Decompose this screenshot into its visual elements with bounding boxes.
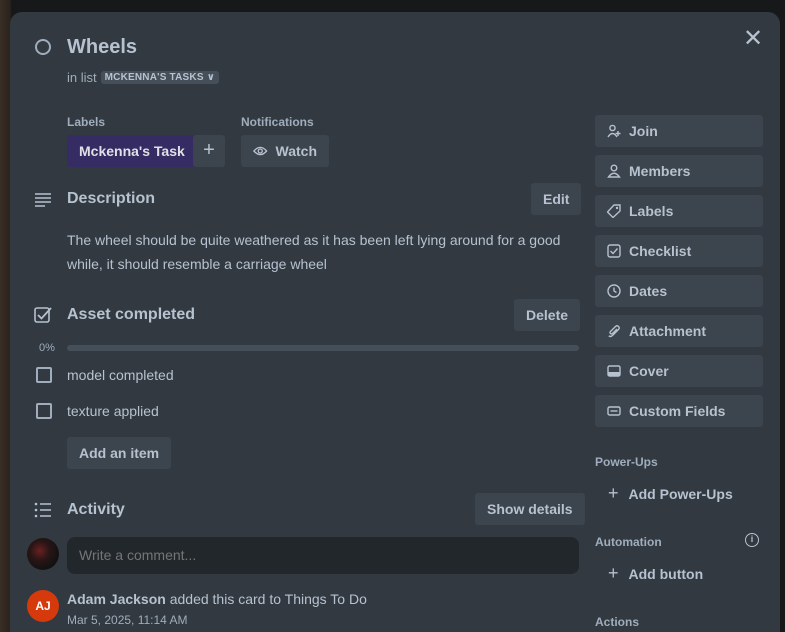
join-button[interactable]: Join: [595, 115, 763, 147]
actions-heading: Actions: [595, 615, 640, 629]
checklist-item-checkbox[interactable]: [36, 403, 52, 419]
checklist-label: Checklist: [629, 243, 692, 259]
watch-label: Watch: [275, 143, 317, 159]
cover-icon: [607, 365, 621, 377]
checkbox-icon: [607, 244, 621, 258]
dates-button[interactable]: Dates: [595, 275, 763, 307]
custom-fields-label: Custom Fields: [629, 403, 726, 419]
description-heading: Description: [67, 190, 156, 207]
tag-icon: [607, 204, 621, 218]
activity-entry: Adam Jackson added this card to Things T…: [67, 591, 367, 607]
add-button-label: Add button: [628, 565, 704, 582]
powerups-heading: Power-Ups: [595, 455, 658, 469]
add-checklist-item-button[interactable]: Add an item: [67, 437, 172, 469]
custom-fields-icon: [607, 406, 621, 416]
eye-icon: [253, 146, 268, 156]
label-chip[interactable]: Mckenna's Task: [67, 135, 197, 167]
checklist-heading[interactable]: Asset completed: [67, 306, 195, 324]
list-breadcrumb: in list MCKENNA'S TASKS ∨: [67, 70, 220, 85]
members-button[interactable]: Members: [595, 155, 763, 187]
activity-user[interactable]: Adam Jackson: [67, 591, 166, 607]
checklist-progress-text: 0%: [39, 342, 55, 354]
plus-icon: +: [608, 563, 619, 583]
add-label-button[interactable]: +: [193, 135, 225, 167]
dates-label: Dates: [629, 283, 668, 299]
checklist-progress-bar: [67, 345, 579, 351]
add-powerups-label: Add Power-Ups: [628, 485, 733, 502]
labels-heading: Labels: [67, 115, 106, 129]
comment-input[interactable]: [67, 537, 579, 574]
checklist-item-text[interactable]: model completed: [67, 367, 174, 383]
avatar[interactable]: AJ: [27, 590, 59, 622]
show-details-button[interactable]: Show details: [475, 493, 585, 525]
activity-timestamp[interactable]: Mar 5, 2025, 11:14 AM: [67, 613, 188, 627]
add-automation-button[interactable]: + Add button: [608, 563, 703, 584]
person-icon: [607, 164, 621, 178]
paperclip-icon: [608, 325, 620, 338]
card-title[interactable]: Wheels: [67, 36, 137, 59]
automation-heading: Automation: [595, 535, 662, 549]
add-person-icon: [607, 124, 621, 138]
attachment-button[interactable]: Attachment: [595, 315, 763, 347]
in-list-prefix: in list: [67, 70, 97, 85]
description-text[interactable]: The wheel should be quite weathered as i…: [67, 228, 577, 276]
close-icon[interactable]: ✕: [742, 27, 764, 51]
clock-icon: [607, 284, 621, 298]
description-icon: [35, 193, 51, 207]
attachment-label: Attachment: [629, 323, 707, 339]
list-name-chip[interactable]: MCKENNA'S TASKS ∨: [100, 71, 220, 84]
list-name: MCKENNA'S TASKS: [104, 72, 204, 83]
info-icon[interactable]: i: [745, 533, 759, 547]
labels-button[interactable]: Labels: [595, 195, 763, 227]
checklist-button[interactable]: Checklist: [595, 235, 763, 267]
members-label: Members: [629, 163, 691, 179]
notifications-heading: Notifications: [241, 115, 314, 129]
checklist-icon: [34, 307, 52, 323]
labels-label: Labels: [629, 203, 674, 219]
watch-button[interactable]: Watch: [241, 135, 329, 167]
join-label: Join: [629, 123, 658, 139]
cover-label: Cover: [629, 363, 669, 379]
activity-action: added this card to Things To Do: [169, 591, 367, 607]
custom-fields-button[interactable]: Custom Fields: [595, 395, 763, 427]
checklist-item-checkbox[interactable]: [36, 367, 52, 383]
card-complete-toggle[interactable]: [35, 39, 51, 55]
chevron-down-icon: ∨: [206, 72, 216, 83]
checklist-item-text[interactable]: texture applied: [67, 403, 159, 419]
add-powerups-button[interactable]: + Add Power-Ups: [608, 483, 733, 504]
activity-heading: Activity: [67, 501, 125, 518]
delete-checklist-button[interactable]: Delete: [514, 299, 581, 331]
activity-icon: [34, 502, 51, 518]
current-user-avatar[interactable]: [27, 538, 59, 570]
plus-icon: +: [608, 483, 619, 503]
card-detail-modal: Wheels ✕ in list MCKENNA'S TASKS ∨ Label…: [10, 12, 780, 632]
cover-button[interactable]: Cover: [595, 355, 763, 387]
edit-description-button[interactable]: Edit: [531, 183, 582, 215]
